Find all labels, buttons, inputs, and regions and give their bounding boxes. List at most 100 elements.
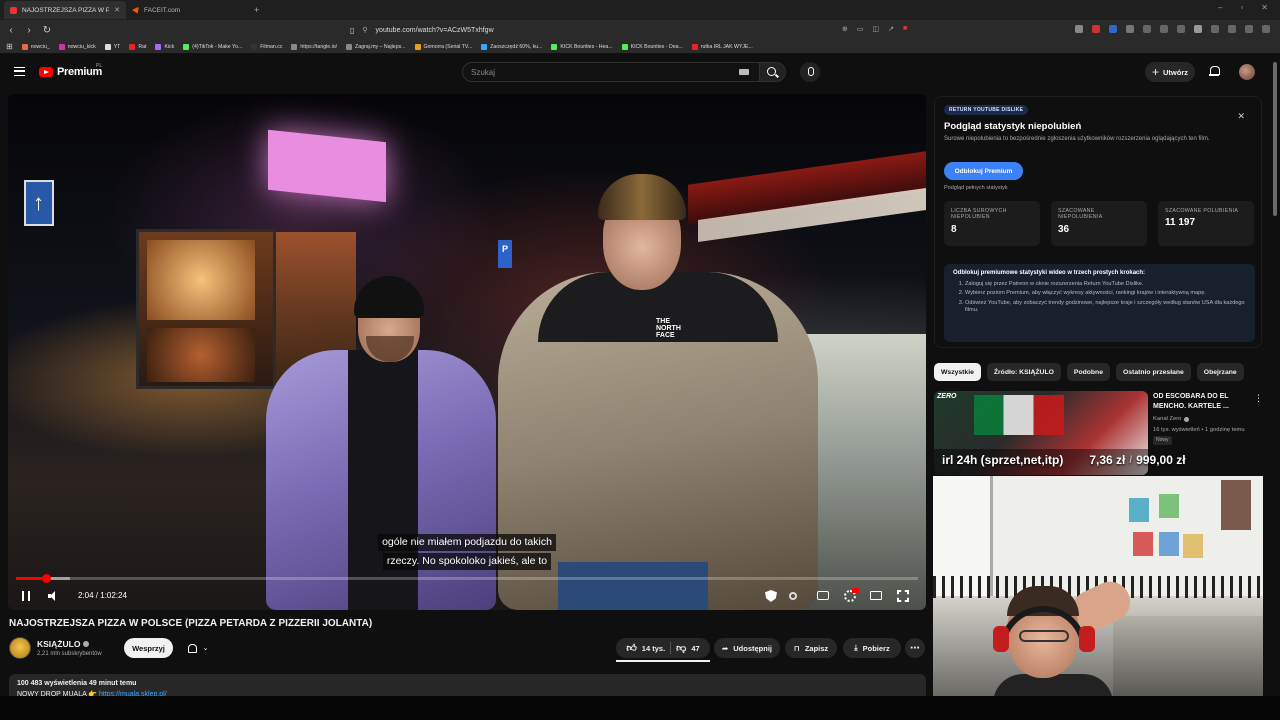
- fullscreen-icon[interactable]: [897, 590, 909, 602]
- bookmark-item[interactable]: KICK Bounties - Dea...: [621, 43, 683, 50]
- extension-icon[interactable]: [1109, 25, 1117, 33]
- browser-tab-faceit[interactable]: FACEIT.com: [126, 1, 248, 19]
- maximize-icon[interactable]: ▫: [1240, 3, 1243, 12]
- tab-close-icon[interactable]: ✕: [114, 6, 120, 14]
- extension-icon[interactable]: [1177, 25, 1185, 33]
- chip-source[interactable]: Źródło: KSIĄŻULO: [986, 363, 1061, 381]
- search-input[interactable]: Szukaj: [462, 62, 760, 82]
- channel-avatar[interactable]: [9, 637, 31, 659]
- divider: [670, 642, 672, 654]
- extension-icon[interactable]: [1092, 25, 1100, 33]
- bookmark-item[interactable]: https://tangle.io/: [291, 43, 337, 50]
- share-icon: ➦: [721, 643, 729, 653]
- extension-badge-icon[interactable]: ■: [903, 25, 907, 33]
- menu-icon[interactable]: [14, 67, 25, 76]
- create-button[interactable]: + Utwórz: [1145, 62, 1195, 82]
- recommended-more-icon[interactable]: ⋮: [1254, 393, 1263, 404]
- chip-all[interactable]: Wszystkie: [934, 363, 981, 381]
- wall-picture: [1129, 498, 1149, 522]
- minimize-icon[interactable]: –: [1218, 3, 1222, 12]
- bookmark-item[interactable]: Gomorra (Serial TV...: [414, 43, 472, 50]
- bookmark-item[interactable]: Rat: [129, 43, 146, 50]
- new-tab-icon[interactable]: +: [248, 5, 265, 15]
- sponsorblock-icon[interactable]: [765, 590, 777, 602]
- desk: [1113, 616, 1263, 696]
- browser-menu-icon[interactable]: [1262, 25, 1270, 33]
- bookmark-item[interactable]: (4)TikTok - Make Yo...: [183, 43, 242, 50]
- miniplayer-icon[interactable]: [870, 591, 882, 600]
- taskbar: [0, 696, 1280, 720]
- extension-icon[interactable]: [1194, 25, 1202, 33]
- dislike-icon[interactable]: 👎︎: [676, 642, 686, 654]
- progress-bar[interactable]: [16, 574, 918, 583]
- music-icon[interactable]: [1211, 25, 1219, 33]
- page-scrollbar[interactable]: [1273, 62, 1277, 216]
- more-actions-icon[interactable]: ⋯: [905, 638, 925, 658]
- download-browser-icon[interactable]: [1245, 25, 1253, 33]
- window-close-icon[interactable]: ✕: [1261, 3, 1268, 12]
- site-info-icon[interactable]: ⚲: [362, 26, 367, 34]
- chip-watched[interactable]: Obejrzane: [1196, 363, 1244, 381]
- subscribed-bell-button[interactable]: ⌄: [179, 638, 217, 658]
- goal-separator: /: [1129, 454, 1133, 466]
- youtube-premium-logo[interactable]: Premium PL: [39, 63, 102, 78]
- pause-icon[interactable]: [22, 591, 30, 601]
- progress-scrubber[interactable]: [41, 574, 51, 583]
- save-button[interactable]: ⊓ Zapisz: [785, 638, 837, 658]
- recommended-video-title[interactable]: OD ESCOBARA DO EL MENCHO. KARTELE ...: [1153, 392, 1253, 412]
- shield-extension-icon[interactable]: [1228, 25, 1236, 33]
- search-placeholder: Szukaj: [471, 67, 496, 77]
- extension-icon[interactable]: [1075, 25, 1083, 33]
- recommended-channel[interactable]: Kanał Zero: [1153, 416, 1190, 422]
- bookmark-item[interactable]: Zaoszczędź 60%, ku...: [481, 43, 542, 50]
- chip-recent[interactable]: Ostatnio przesłane: [1115, 363, 1191, 381]
- panel-close-icon[interactable]: ✕: [1237, 111, 1245, 122]
- chip-related[interactable]: Podobne: [1066, 363, 1110, 381]
- wall-picture: [1183, 534, 1203, 558]
- hd-badge-icon: [852, 588, 859, 593]
- autoplay-toggle-icon[interactable]: [789, 592, 797, 600]
- account-avatar[interactable]: [1239, 64, 1255, 80]
- volume-icon[interactable]: [48, 591, 60, 601]
- url-field[interactable]: ▯ ⚲ youtube.com/watch?v=ACzW5Txhfgw: [350, 23, 920, 37]
- bookmark-item[interactable]: nowciu_: [21, 43, 50, 50]
- like-count[interactable]: 14 tys.: [642, 644, 665, 653]
- keyboard-icon[interactable]: [739, 69, 749, 75]
- bookmark-item[interactable]: rutka IRL JAK WYJE...: [691, 43, 753, 50]
- wall-picture: [1133, 532, 1153, 556]
- voice-search-button[interactable]: [800, 62, 820, 82]
- bookmark-item[interactable]: Kick: [155, 43, 174, 50]
- share-button[interactable]: ➦ Udostępnij: [714, 638, 780, 658]
- like-icon[interactable]: 👍︎: [626, 642, 636, 654]
- pip-icon[interactable]: ◫: [873, 25, 880, 33]
- join-button[interactable]: Wesprzyj: [124, 638, 173, 658]
- channel-name[interactable]: KSIĄŻULO: [37, 639, 90, 649]
- url-actions: ⊕ ▭ ◫ ↗ ■: [842, 25, 907, 33]
- bookmark-icon[interactable]: ▯: [350, 26, 354, 35]
- bookmark-item[interactable]: KICK Bounties - Hea...: [551, 43, 613, 50]
- bookmark-item[interactable]: Filman.cc: [251, 43, 282, 50]
- video-player[interactable]: P THENORTHFACE ogóle nie miałem podjazdu…: [8, 94, 926, 610]
- bookmark-item[interactable]: nowciu_kick: [58, 43, 96, 50]
- back-icon[interactable]: ‹: [4, 25, 18, 36]
- road-sign: [24, 180, 54, 226]
- notifications-icon[interactable]: [1209, 66, 1220, 77]
- zoom-icon[interactable]: ⊕: [842, 25, 848, 33]
- unlock-premium-button[interactable]: Odblokuj Premium: [944, 162, 1023, 180]
- subtitles-icon[interactable]: [817, 591, 829, 600]
- bookmark-item[interactable]: YT: [104, 43, 120, 50]
- extension-icon[interactable]: [1160, 25, 1168, 33]
- browser-tab-active[interactable]: NAJOSTRZEJSZA PIZZA W PO ✕: [4, 1, 126, 19]
- search-button[interactable]: [760, 62, 786, 82]
- download-button[interactable]: ⤓ Pobierz: [843, 638, 901, 658]
- extension-icon[interactable]: [1143, 25, 1151, 33]
- forward-icon[interactable]: ›: [22, 25, 36, 36]
- screenshot-icon[interactable]: ▭: [857, 25, 864, 33]
- premium-steps-box: Odblokuj premiumowe statystyki wideo w t…: [944, 264, 1255, 342]
- extension-icon[interactable]: [1126, 25, 1134, 33]
- share-page-icon[interactable]: ↗: [888, 25, 894, 33]
- bookmark-item[interactable]: Zagraj.my – Najleps...: [346, 43, 406, 50]
- dislike-count[interactable]: 47: [691, 644, 699, 653]
- apps-grid-icon[interactable]: ⊞: [6, 42, 13, 51]
- reload-icon[interactable]: ↻: [40, 25, 54, 36]
